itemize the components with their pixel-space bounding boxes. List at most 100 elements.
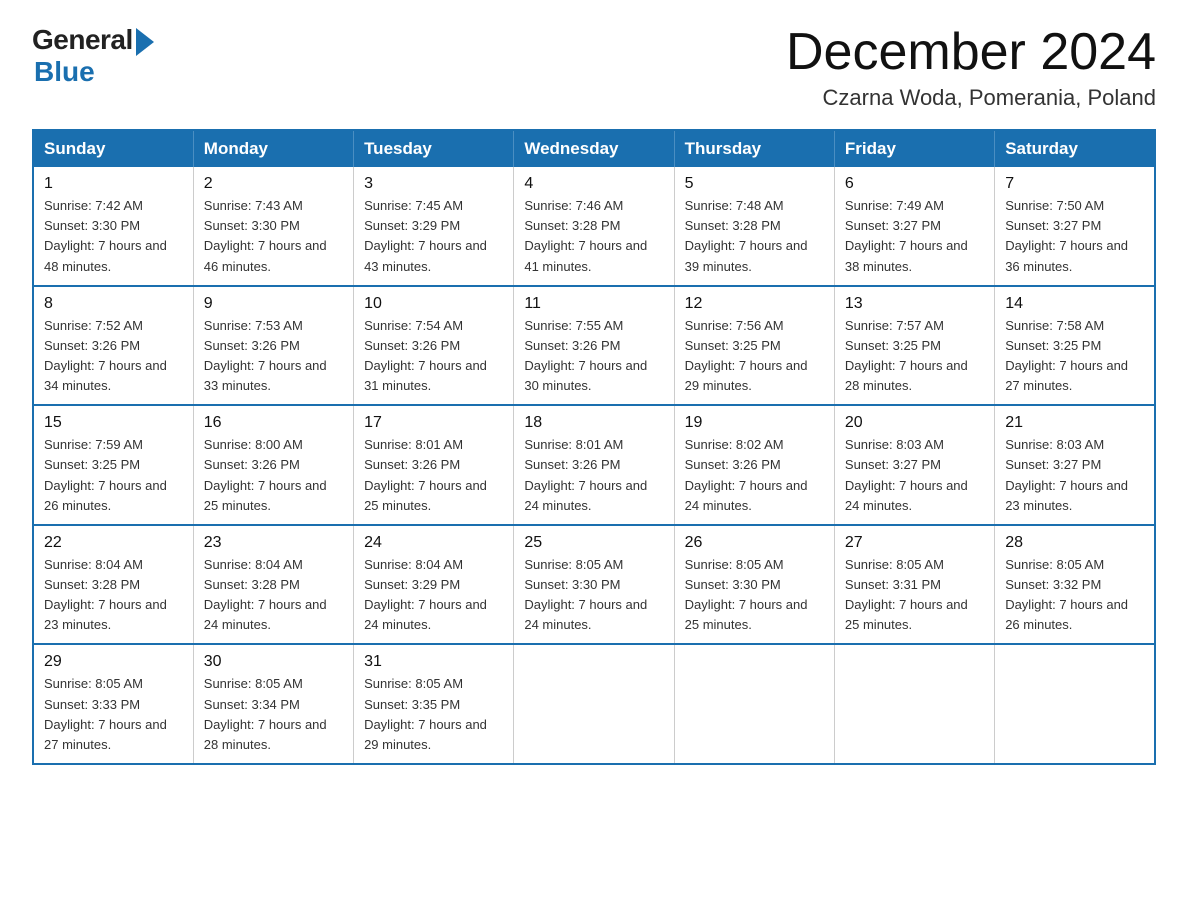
daylight-label: Daylight: 7 hours and 28 minutes. bbox=[204, 717, 327, 752]
daylight-label: Daylight: 7 hours and 29 minutes. bbox=[685, 358, 808, 393]
day-info: Sunrise: 8:01 AM Sunset: 3:26 PM Dayligh… bbox=[364, 435, 503, 516]
day-info: Sunrise: 8:03 AM Sunset: 3:27 PM Dayligh… bbox=[1005, 435, 1144, 516]
day-info: Sunrise: 8:05 AM Sunset: 3:30 PM Dayligh… bbox=[685, 555, 824, 636]
day-info: Sunrise: 8:05 AM Sunset: 3:32 PM Dayligh… bbox=[1005, 555, 1144, 636]
calendar-cell: 3 Sunrise: 7:45 AM Sunset: 3:29 PM Dayli… bbox=[354, 167, 514, 286]
calendar-cell: 12 Sunrise: 7:56 AM Sunset: 3:25 PM Dayl… bbox=[674, 286, 834, 406]
sunset-label: Sunset: 3:26 PM bbox=[524, 338, 620, 353]
calendar-cell: 5 Sunrise: 7:48 AM Sunset: 3:28 PM Dayli… bbox=[674, 167, 834, 286]
daylight-label: Daylight: 7 hours and 36 minutes. bbox=[1005, 238, 1128, 273]
sunset-label: Sunset: 3:33 PM bbox=[44, 697, 140, 712]
calendar-cell bbox=[834, 644, 994, 764]
sunset-label: Sunset: 3:26 PM bbox=[364, 338, 460, 353]
sunrise-label: Sunrise: 7:43 AM bbox=[204, 198, 303, 213]
sunrise-label: Sunrise: 8:05 AM bbox=[44, 676, 143, 691]
day-info: Sunrise: 7:53 AM Sunset: 3:26 PM Dayligh… bbox=[204, 316, 343, 397]
sunset-label: Sunset: 3:26 PM bbox=[524, 457, 620, 472]
sunset-label: Sunset: 3:27 PM bbox=[845, 218, 941, 233]
day-info: Sunrise: 7:59 AM Sunset: 3:25 PM Dayligh… bbox=[44, 435, 183, 516]
sunrise-label: Sunrise: 8:05 AM bbox=[1005, 557, 1104, 572]
weekday-header-monday: Monday bbox=[193, 130, 353, 167]
sunrise-label: Sunrise: 7:53 AM bbox=[204, 318, 303, 333]
sunrise-label: Sunrise: 7:59 AM bbox=[44, 437, 143, 452]
daylight-label: Daylight: 7 hours and 31 minutes. bbox=[364, 358, 487, 393]
sunrise-label: Sunrise: 8:04 AM bbox=[44, 557, 143, 572]
day-number: 14 bbox=[1005, 295, 1144, 313]
day-number: 30 bbox=[204, 653, 343, 671]
month-title: December 2024 bbox=[786, 24, 1156, 81]
daylight-label: Daylight: 7 hours and 26 minutes. bbox=[1005, 597, 1128, 632]
calendar-cell: 14 Sunrise: 7:58 AM Sunset: 3:25 PM Dayl… bbox=[995, 286, 1155, 406]
day-number: 17 bbox=[364, 414, 503, 432]
calendar-cell: 13 Sunrise: 7:57 AM Sunset: 3:25 PM Dayl… bbox=[834, 286, 994, 406]
day-number: 6 bbox=[845, 175, 984, 193]
sunrise-label: Sunrise: 7:46 AM bbox=[524, 198, 623, 213]
sunrise-label: Sunrise: 7:58 AM bbox=[1005, 318, 1104, 333]
day-number: 21 bbox=[1005, 414, 1144, 432]
calendar-cell: 23 Sunrise: 8:04 AM Sunset: 3:28 PM Dayl… bbox=[193, 525, 353, 645]
daylight-label: Daylight: 7 hours and 24 minutes. bbox=[845, 478, 968, 513]
sunset-label: Sunset: 3:27 PM bbox=[1005, 457, 1101, 472]
daylight-label: Daylight: 7 hours and 27 minutes. bbox=[44, 717, 167, 752]
sunset-label: Sunset: 3:30 PM bbox=[44, 218, 140, 233]
calendar-week-row: 8 Sunrise: 7:52 AM Sunset: 3:26 PM Dayli… bbox=[33, 286, 1155, 406]
day-info: Sunrise: 8:05 AM Sunset: 3:31 PM Dayligh… bbox=[845, 555, 984, 636]
sunrise-label: Sunrise: 7:49 AM bbox=[845, 198, 944, 213]
sunset-label: Sunset: 3:25 PM bbox=[44, 457, 140, 472]
day-info: Sunrise: 7:48 AM Sunset: 3:28 PM Dayligh… bbox=[685, 196, 824, 277]
daylight-label: Daylight: 7 hours and 46 minutes. bbox=[204, 238, 327, 273]
day-info: Sunrise: 7:42 AM Sunset: 3:30 PM Dayligh… bbox=[44, 196, 183, 277]
daylight-label: Daylight: 7 hours and 25 minutes. bbox=[364, 478, 487, 513]
day-info: Sunrise: 7:43 AM Sunset: 3:30 PM Dayligh… bbox=[204, 196, 343, 277]
day-number: 29 bbox=[44, 653, 183, 671]
day-number: 20 bbox=[845, 414, 984, 432]
daylight-label: Daylight: 7 hours and 25 minutes. bbox=[845, 597, 968, 632]
sunrise-label: Sunrise: 8:01 AM bbox=[524, 437, 623, 452]
day-number: 25 bbox=[524, 534, 663, 552]
daylight-label: Daylight: 7 hours and 48 minutes. bbox=[44, 238, 167, 273]
day-number: 19 bbox=[685, 414, 824, 432]
day-number: 12 bbox=[685, 295, 824, 313]
day-info: Sunrise: 8:04 AM Sunset: 3:29 PM Dayligh… bbox=[364, 555, 503, 636]
day-number: 26 bbox=[685, 534, 824, 552]
calendar-cell: 27 Sunrise: 8:05 AM Sunset: 3:31 PM Dayl… bbox=[834, 525, 994, 645]
calendar-cell: 31 Sunrise: 8:05 AM Sunset: 3:35 PM Dayl… bbox=[354, 644, 514, 764]
daylight-label: Daylight: 7 hours and 24 minutes. bbox=[524, 597, 647, 632]
sunrise-label: Sunrise: 7:45 AM bbox=[364, 198, 463, 213]
day-number: 31 bbox=[364, 653, 503, 671]
day-info: Sunrise: 7:54 AM Sunset: 3:26 PM Dayligh… bbox=[364, 316, 503, 397]
logo-arrow-icon bbox=[136, 28, 154, 56]
daylight-label: Daylight: 7 hours and 23 minutes. bbox=[44, 597, 167, 632]
sunrise-label: Sunrise: 8:05 AM bbox=[845, 557, 944, 572]
sunrise-label: Sunrise: 8:03 AM bbox=[845, 437, 944, 452]
weekday-header-wednesday: Wednesday bbox=[514, 130, 674, 167]
page-header: General Blue December 2024 Czarna Woda, … bbox=[32, 24, 1156, 111]
daylight-label: Daylight: 7 hours and 24 minutes. bbox=[204, 597, 327, 632]
sunset-label: Sunset: 3:29 PM bbox=[364, 577, 460, 592]
sunset-label: Sunset: 3:28 PM bbox=[524, 218, 620, 233]
sunset-label: Sunset: 3:28 PM bbox=[204, 577, 300, 592]
sunset-label: Sunset: 3:28 PM bbox=[44, 577, 140, 592]
sunset-label: Sunset: 3:31 PM bbox=[845, 577, 941, 592]
calendar-cell: 25 Sunrise: 8:05 AM Sunset: 3:30 PM Dayl… bbox=[514, 525, 674, 645]
daylight-label: Daylight: 7 hours and 24 minutes. bbox=[524, 478, 647, 513]
title-block: December 2024 Czarna Woda, Pomerania, Po… bbox=[786, 24, 1156, 111]
day-info: Sunrise: 8:04 AM Sunset: 3:28 PM Dayligh… bbox=[204, 555, 343, 636]
daylight-label: Daylight: 7 hours and 23 minutes. bbox=[1005, 478, 1128, 513]
calendar-table: SundayMondayTuesdayWednesdayThursdayFrid… bbox=[32, 129, 1156, 765]
sunset-label: Sunset: 3:32 PM bbox=[1005, 577, 1101, 592]
day-info: Sunrise: 7:56 AM Sunset: 3:25 PM Dayligh… bbox=[685, 316, 824, 397]
sunset-label: Sunset: 3:27 PM bbox=[1005, 218, 1101, 233]
sunset-label: Sunset: 3:26 PM bbox=[685, 457, 781, 472]
day-info: Sunrise: 7:46 AM Sunset: 3:28 PM Dayligh… bbox=[524, 196, 663, 277]
sunset-label: Sunset: 3:26 PM bbox=[204, 457, 300, 472]
sunrise-label: Sunrise: 8:04 AM bbox=[204, 557, 303, 572]
day-number: 22 bbox=[44, 534, 183, 552]
calendar-cell: 17 Sunrise: 8:01 AM Sunset: 3:26 PM Dayl… bbox=[354, 405, 514, 525]
calendar-cell: 28 Sunrise: 8:05 AM Sunset: 3:32 PM Dayl… bbox=[995, 525, 1155, 645]
weekday-header-tuesday: Tuesday bbox=[354, 130, 514, 167]
calendar-week-row: 22 Sunrise: 8:04 AM Sunset: 3:28 PM Dayl… bbox=[33, 525, 1155, 645]
weekday-header-sunday: Sunday bbox=[33, 130, 193, 167]
day-number: 2 bbox=[204, 175, 343, 193]
day-info: Sunrise: 8:05 AM Sunset: 3:30 PM Dayligh… bbox=[524, 555, 663, 636]
